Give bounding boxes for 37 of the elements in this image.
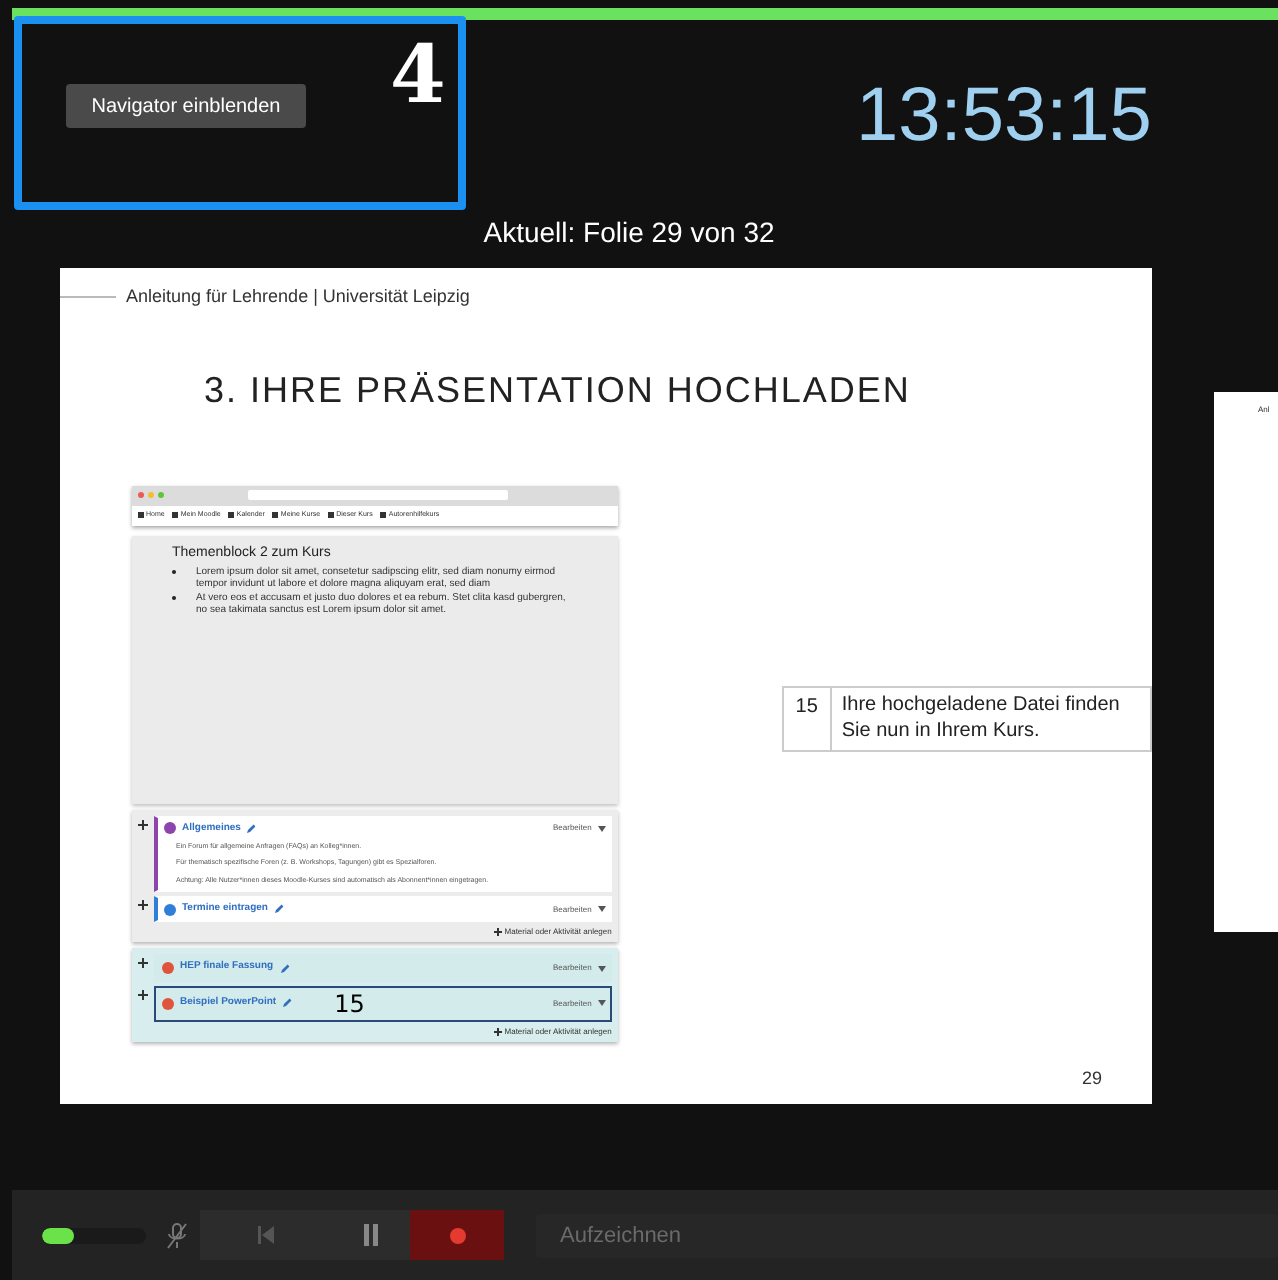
slide-header: Anleitung für Lehrende | Universität Leipzig xyxy=(126,284,470,310)
nav-icon xyxy=(172,512,179,518)
pencil-icon[interactable] xyxy=(282,998,293,1009)
plus-icon[interactable] xyxy=(138,899,148,910)
pause-icon xyxy=(363,1224,377,1246)
pencil-icon[interactable] xyxy=(246,823,257,834)
muted-mic-icon[interactable] xyxy=(166,1221,188,1249)
caret-icon xyxy=(597,906,606,912)
plus-icon[interactable] xyxy=(138,989,148,1000)
plus-icon xyxy=(494,1027,503,1036)
nav-icon xyxy=(228,512,235,518)
note-text: Ihre hochgeladene Datei finden Sie nun in Ihrem Kurs. xyxy=(839,691,1122,745)
slide-page-number: 29 xyxy=(1081,1065,1102,1091)
pause-button[interactable] xyxy=(330,1210,410,1260)
skip-back-icon xyxy=(257,1226,273,1244)
nav-icon xyxy=(380,512,387,518)
slide-title: 3. IHRE PRÄSENTATION HOCHLADEN xyxy=(204,367,913,413)
caret-icon xyxy=(597,825,606,832)
current-slide-label: Aktuell: Folie 29 von 32 xyxy=(483,214,775,252)
callout-number: 15 xyxy=(334,991,365,1016)
caret-icon xyxy=(597,1000,606,1007)
pencil-icon[interactable] xyxy=(279,963,290,973)
nav-icon xyxy=(138,512,144,518)
pencil-icon[interactable] xyxy=(273,904,284,914)
caret-icon xyxy=(597,965,606,971)
plus-icon[interactable] xyxy=(138,819,148,829)
slide-number: 4 xyxy=(390,32,446,120)
plus-icon[interactable] xyxy=(138,958,148,969)
note-number: 15 xyxy=(783,687,832,749)
record-icon xyxy=(449,1227,465,1243)
clock: 13:53:15 xyxy=(856,72,1152,160)
record-button[interactable] xyxy=(410,1210,504,1260)
nav-icon xyxy=(328,512,335,518)
nav-icon xyxy=(272,512,279,518)
plus-icon xyxy=(494,928,503,937)
navigator-button[interactable]: Navigator einblenden xyxy=(66,84,306,128)
recording-name-field[interactable]: Aufzeichnen xyxy=(536,1213,1278,1257)
